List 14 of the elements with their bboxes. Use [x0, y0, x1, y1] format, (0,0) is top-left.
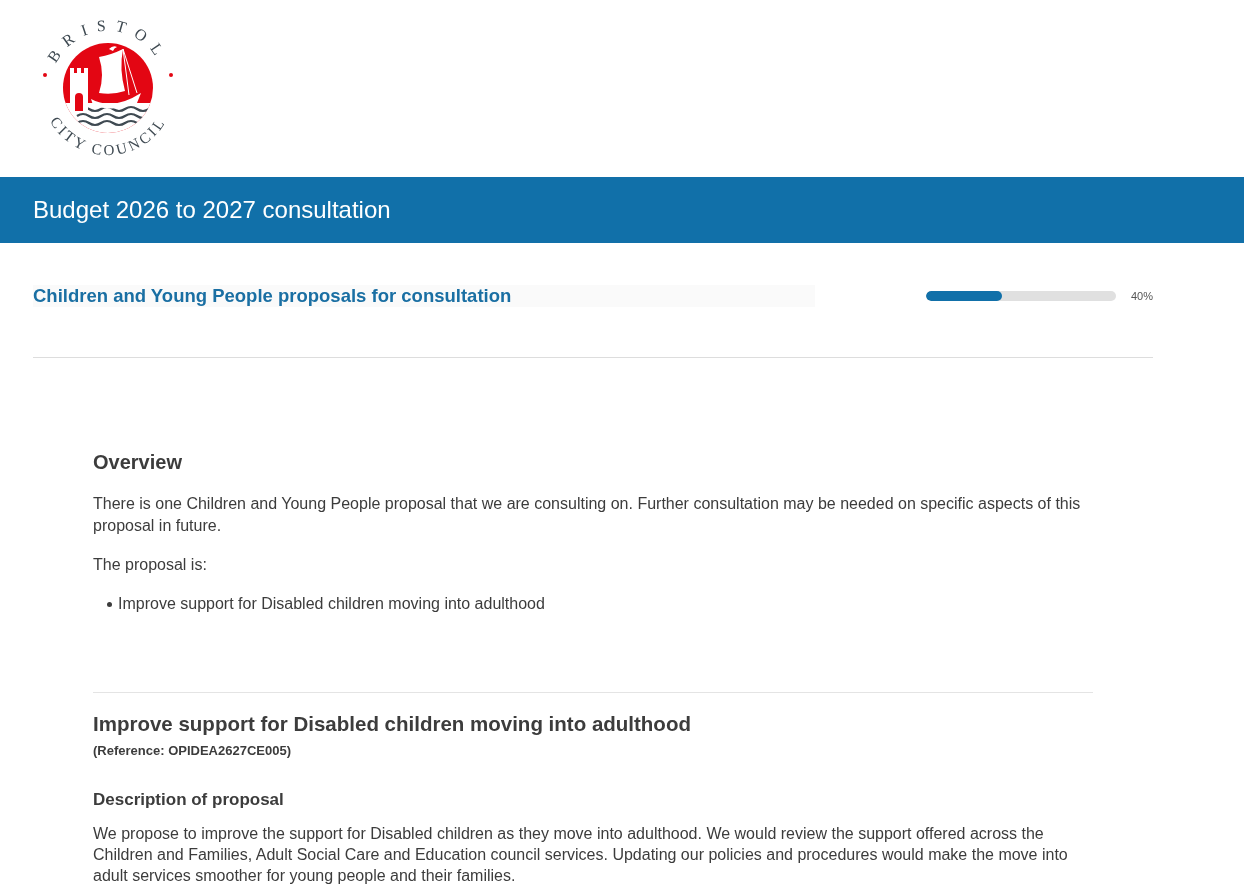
section-paragraph: We propose to improve the support for Disabled children as they move into adulthood. We would review the support offered across the Children and Families, Adult Social Care and Education council services. Updating our policies and procedures would make the move into adult services smoother for young people and their families. [93, 824, 1069, 886]
proposal-title: Improve support for Disabled children moving into adulthood [93, 711, 692, 737]
list-item-text: Improve support for Disabled children moving into adulthood [118, 594, 545, 614]
section-title: Children and Young People proposals for consultation [33, 285, 815, 307]
bullet-icon [107, 601, 112, 607]
overview-paragraph: There is one Children and Young People proposal that we are consulting on. Further consultation may be needed on specific aspects of this proposal in future. [93, 494, 1082, 536]
overview-heading: Overview [93, 450, 183, 474]
progress-percentage: 40% [1131, 288, 1153, 304]
section-heading: Description of proposal [93, 789, 285, 811]
logo-dot-icon [169, 73, 173, 77]
page-header-title: Budget 2026 to 2027 consultation [33, 198, 391, 222]
logo-dot-icon [43, 73, 47, 77]
overview-paragraph: The proposal is: [93, 555, 208, 575]
proposal-reference: (Reference: OPIDEA2627CE005) [93, 742, 292, 760]
